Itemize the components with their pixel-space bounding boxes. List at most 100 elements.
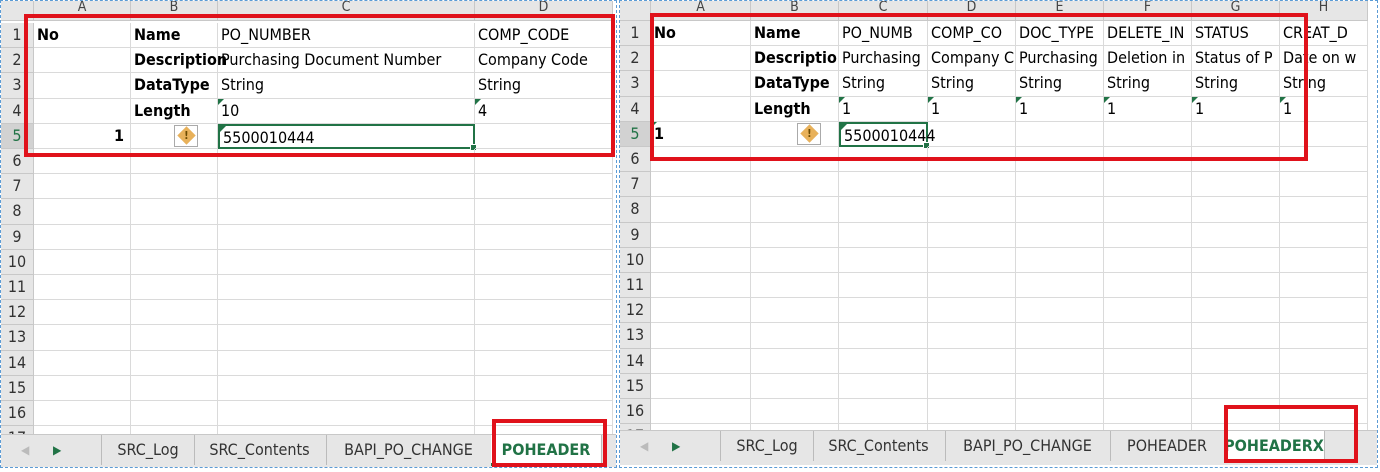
cell[interactable]	[1192, 197, 1280, 223]
cell-D5[interactable]	[928, 121, 1016, 147]
cell[interactable]	[751, 323, 839, 349]
cell-D3[interactable]: String	[475, 73, 613, 99]
cell[interactable]	[839, 348, 928, 374]
row-header-1[interactable]: 1	[1, 23, 34, 49]
row-header-12[interactable]: 12	[620, 298, 651, 324]
column-header-C[interactable]: C	[218, 1, 475, 21]
sheet-tab-src_log[interactable]: SRC_Log	[101, 435, 195, 465]
cell[interactable]	[1280, 197, 1368, 223]
cell[interactable]	[1016, 197, 1104, 223]
cell[interactable]	[34, 300, 131, 326]
cell[interactable]	[34, 199, 131, 225]
cell-G1[interactable]: STATUS	[1192, 21, 1280, 47]
row-header-14[interactable]: 14	[620, 348, 651, 374]
cell-H4[interactable]: 1	[1280, 96, 1368, 122]
cell[interactable]	[1192, 273, 1280, 299]
cell[interactable]	[475, 300, 613, 326]
cell[interactable]	[751, 348, 839, 374]
cell-G3[interactable]: String	[1192, 71, 1280, 97]
cell[interactable]	[1104, 222, 1192, 248]
cell[interactable]	[34, 224, 131, 250]
cell[interactable]	[1192, 373, 1280, 399]
row-header-3[interactable]: 3	[620, 71, 651, 97]
cell-B5[interactable]	[751, 121, 839, 147]
cell[interactable]	[839, 172, 928, 198]
cell[interactable]	[34, 275, 131, 301]
cell[interactable]	[839, 273, 928, 299]
cell-B1[interactable]: Name	[131, 23, 218, 49]
sheet-tab-poheader[interactable]: POHEADER	[491, 435, 602, 466]
cell-B1[interactable]: Name	[751, 21, 839, 47]
cell-B2[interactable]: Description	[131, 48, 227, 74]
cell-B3[interactable]: DataType	[131, 73, 218, 99]
cell-D3[interactable]: String	[928, 71, 1016, 97]
cell[interactable]	[1280, 399, 1368, 425]
scroll-tabs-right-button[interactable]: ▶	[53, 443, 61, 457]
select-all-corner[interactable]	[620, 1, 651, 21]
cell[interactable]	[1104, 399, 1192, 425]
sheet-tab-src_log[interactable]: SRC_Log	[720, 431, 814, 461]
cell-A4[interactable]	[651, 96, 751, 122]
cell-C5[interactable]: 5500010444	[839, 121, 936, 150]
cell[interactable]	[651, 172, 751, 198]
cell[interactable]	[1104, 373, 1192, 399]
row-header-5[interactable]: 5	[1, 123, 34, 149]
cell[interactable]	[651, 298, 751, 324]
cell-D1[interactable]: COMP_CODE	[475, 23, 613, 49]
cell[interactable]	[1016, 247, 1104, 273]
cell[interactable]	[928, 399, 1016, 425]
row-header-1[interactable]: 1	[620, 21, 651, 47]
cell[interactable]	[928, 323, 1016, 349]
cell[interactable]	[751, 247, 839, 273]
cell-F4[interactable]: 1	[1104, 96, 1192, 122]
cell-C3[interactable]: String	[218, 73, 475, 99]
cell[interactable]	[839, 147, 928, 173]
cell[interactable]	[839, 373, 928, 399]
row-header-14[interactable]: 14	[1, 350, 34, 376]
cell[interactable]	[1016, 147, 1104, 173]
cell[interactable]	[1104, 348, 1192, 374]
column-header-B[interactable]: B	[131, 1, 218, 21]
row-header-2[interactable]: 2	[620, 46, 651, 72]
cell[interactable]	[1192, 222, 1280, 248]
cell[interactable]	[751, 197, 839, 223]
cell[interactable]	[1192, 348, 1280, 374]
row-header-3[interactable]: 3	[1, 73, 34, 99]
cell-C1[interactable]: PO_NUMBER	[218, 23, 475, 49]
cell[interactable]	[839, 298, 928, 324]
cell[interactable]	[475, 249, 613, 275]
cell[interactable]	[839, 222, 928, 248]
cell[interactable]	[131, 249, 218, 275]
cell[interactable]	[34, 375, 131, 401]
cell[interactable]	[1016, 273, 1104, 299]
scroll-tabs-left-button[interactable]: ◀	[640, 439, 648, 453]
cell-F3[interactable]: String	[1104, 71, 1192, 97]
cell[interactable]	[651, 247, 751, 273]
cell[interactable]	[928, 222, 1016, 248]
cell[interactable]	[34, 149, 131, 175]
cell[interactable]	[34, 174, 131, 200]
cell-C5[interactable]: 5500010444	[218, 123, 477, 152]
cell-B4[interactable]: Length	[751, 96, 839, 122]
row-header-15[interactable]: 15	[620, 373, 651, 399]
cell[interactable]	[218, 401, 475, 427]
cell-E5[interactable]	[1016, 121, 1104, 147]
cell[interactable]	[1016, 323, 1104, 349]
cell-F2[interactable]: Deletion in	[1104, 46, 1192, 72]
cell[interactable]	[218, 350, 475, 376]
cell[interactable]	[1016, 172, 1104, 198]
cell[interactable]	[839, 197, 928, 223]
cell[interactable]	[1192, 247, 1280, 273]
sheet-tab-poheaderx[interactable]: POHEADERX	[1224, 431, 1325, 462]
cell[interactable]	[651, 399, 751, 425]
cell[interactable]	[1016, 373, 1104, 399]
cell[interactable]	[131, 325, 218, 351]
cell-D4[interactable]: 4	[475, 98, 613, 124]
sheet-tab-bapi_po_change[interactable]: BAPI_PO_CHANGE	[326, 435, 492, 465]
cell[interactable]	[475, 275, 613, 301]
cell[interactable]	[475, 224, 613, 250]
scroll-tabs-left-button[interactable]: ◀	[21, 443, 29, 457]
cell[interactable]	[751, 399, 839, 425]
cell[interactable]	[928, 348, 1016, 374]
cell[interactable]	[928, 172, 1016, 198]
